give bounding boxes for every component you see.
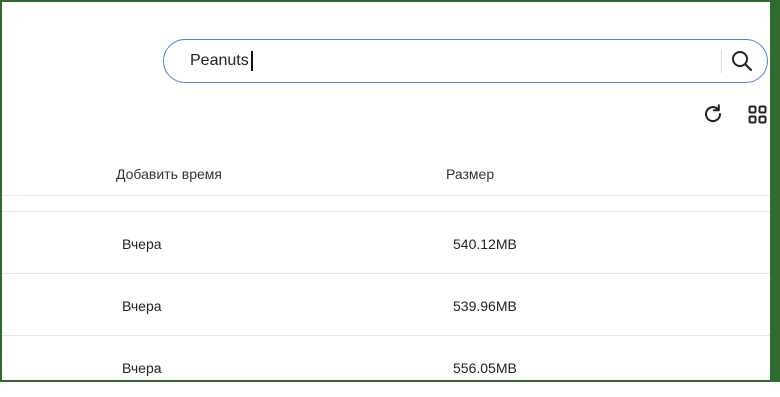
column-header-size[interactable]: Размер (446, 166, 494, 182)
search-bar (163, 39, 768, 83)
grid-view-icon (748, 105, 767, 124)
cell-add-time: Вчера (122, 360, 162, 376)
search-button[interactable] (729, 48, 755, 74)
table-row[interactable]: Вчера 556.05MB (2, 335, 770, 397)
search-icon (732, 51, 753, 72)
app-frame: Добавить время Размер Вчера 540.12MB Вче… (0, 0, 780, 382)
cell-size: 556.05MB (453, 360, 517, 376)
cell-add-time: Вчера (122, 236, 162, 252)
refresh-icon (705, 104, 722, 123)
search-divider (721, 49, 722, 73)
refresh-button[interactable] (701, 102, 725, 126)
grid-view-button[interactable] (746, 103, 770, 127)
cell-size: 540.12MB (453, 236, 517, 252)
cell-size: 539.96MB (453, 298, 517, 314)
text-caret (251, 51, 253, 71)
cell-add-time: Вчера (122, 298, 162, 314)
table-row[interactable]: Вчера 540.12MB (2, 211, 770, 273)
search-input[interactable] (190, 50, 710, 72)
table-row[interactable]: Вчера 539.96MB (2, 273, 770, 335)
header-divider (2, 195, 770, 196)
column-header-add-time[interactable]: Добавить время (116, 166, 222, 182)
